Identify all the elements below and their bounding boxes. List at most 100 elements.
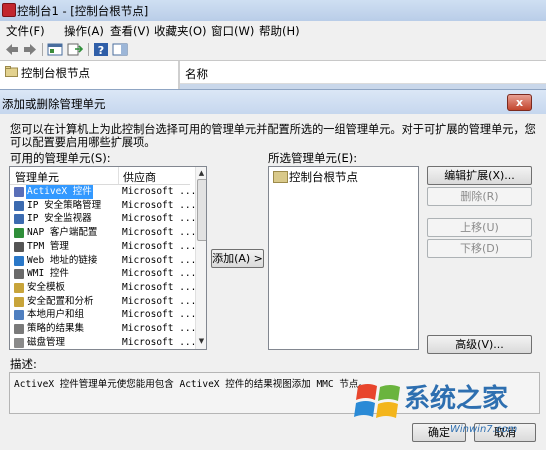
snapin-row[interactable]: 安全模板 Microsoft ... (10, 281, 196, 295)
toolbar: ? (0, 40, 546, 61)
snapin-name: Web 地址的链接 (27, 254, 98, 266)
description-label: 描述: (10, 357, 37, 371)
help-icon[interactable]: ? (93, 42, 109, 57)
snapin-row[interactable]: NAP 客户端配置 Microsoft ... (10, 226, 196, 240)
selected-snapins-list[interactable]: 控制台根节点 (268, 166, 419, 350)
available-snapins-label: 可用的管理单元(S): (10, 151, 111, 165)
scroll-up-arrow-icon[interactable]: ▲ (196, 167, 206, 179)
snapin-row[interactable]: IP 安全监视器 Microsoft ... (10, 212, 196, 226)
list-header: 管理单元 供应商 (10, 167, 190, 185)
available-snapins-list[interactable]: 管理单元 供应商 ActiveX 控件 Microsoft ... IP 安全策略管… (9, 166, 207, 350)
folder-icon (5, 66, 18, 77)
menu-file[interactable]: 文件(F) (6, 23, 45, 39)
menu-view[interactable]: 查看(V) (110, 23, 150, 39)
selected-snapin-item[interactable]: 控制台根节点 (289, 169, 358, 185)
snapin-name: TPM 管理 (27, 240, 69, 252)
snapin-name: 磁盘管理 (27, 336, 66, 348)
snapin-vendor: Microsoft ... (122, 323, 197, 334)
snapin-vendor: Microsoft ... (122, 268, 197, 280)
menu-help[interactable]: 帮助(H) (259, 23, 300, 39)
forward-arrow-icon[interactable] (22, 42, 38, 57)
snapin-icon (14, 228, 24, 239)
snapin-icon (14, 310, 24, 321)
snapin-name: IP 安全监视器 (27, 213, 92, 225)
snapin-row[interactable]: IP 安全策略管理 Microsoft ... (10, 199, 196, 213)
snapin-vendor: Microsoft ... (122, 336, 197, 348)
snapin-name: 安全配置和分析 (27, 295, 94, 307)
console-tree-pane: 控制台根节点 (0, 61, 180, 91)
snapin-name: ActiveX 控件 (26, 185, 93, 199)
menu-window[interactable]: 窗口(W) (211, 23, 254, 39)
snapin-vendor: Microsoft ... (122, 254, 197, 266)
watermark-brand: 系统之家 (404, 384, 509, 414)
snapin-icon (14, 282, 24, 293)
snapin-name: 安全模板 (27, 281, 66, 293)
snapin-vendor: Microsoft ... (122, 227, 197, 239)
export-list-icon[interactable] (67, 42, 83, 57)
move-down-button[interactable]: 下移(D) (427, 239, 532, 258)
scroll-down-arrow-icon[interactable]: ▼ (196, 335, 206, 347)
back-arrow-icon[interactable] (4, 42, 20, 57)
close-button[interactable]: x (507, 94, 532, 111)
snapin-icon (14, 324, 24, 334)
snapin-name: 电源管理 (26, 349, 66, 350)
snapin-row[interactable]: 策略的结果集 Microsoft ... (10, 322, 196, 336)
menu-action[interactable]: 操作(A) (64, 23, 104, 39)
advanced-button[interactable]: 高级(V)... (427, 335, 532, 354)
snapin-icon (14, 296, 24, 307)
menu-favorites[interactable]: 收藏夹(O) (154, 23, 207, 39)
toolbar-separator (88, 43, 89, 56)
toolbar-separator (42, 43, 43, 56)
watermark-url: Winwin7.com (450, 424, 518, 435)
snapin-vendor: Microsoft ... (122, 309, 197, 321)
snapin-vendor: Microsoft ... (122, 199, 197, 211)
snapin-vendor: Microsoft ... (122, 281, 197, 293)
snapin-icon (14, 187, 24, 197)
tree-root-node[interactable]: 控制台根节点 (21, 65, 90, 81)
column-header-snapin[interactable]: 管理单元 (15, 169, 59, 185)
snapin-row[interactable]: 电源管理Microsoft ... (10, 349, 190, 350)
snapin-name: WMI 控件 (27, 268, 69, 280)
snapin-vendor: Microsoft ... (122, 349, 196, 350)
column-divider[interactable] (118, 167, 119, 184)
description-text: ActiveX 控件管理单元使您能用包含 ActiveX 控件的结果视图添加 M… (14, 379, 368, 390)
snapin-icon (14, 214, 24, 225)
properties-pane-icon[interactable] (112, 42, 128, 57)
windows-logo-icon (354, 384, 400, 418)
remove-button[interactable]: 删除(R) (427, 187, 532, 206)
selected-snapins-label: 所选管理单元(E): (268, 151, 358, 165)
mmc-app-icon (2, 3, 16, 17)
snapin-vendor: Microsoft ... (122, 240, 197, 252)
scrollbar-thumb[interactable] (197, 179, 206, 241)
dialog-titlebar: 添加或删除管理单元 x (0, 90, 546, 114)
snapin-vendor: Microsoft ... (122, 295, 197, 307)
snapin-row[interactable]: Web 地址的链接 Microsoft ... (10, 254, 196, 268)
snapin-icon (14, 241, 24, 252)
folder-icon (273, 171, 288, 183)
console-titlebar: 控制台1 - [控制台根节点] (0, 0, 546, 22)
snapin-icon (14, 337, 24, 348)
window-title: 控制台1 - [控制台根节点] (17, 4, 149, 18)
edit-extensions-button[interactable]: 编辑扩展(X)... (427, 166, 532, 185)
intro-text: 您可以在计算机上为此控制台选择可用的管理单元并配置所选的一组管理单元。对于可扩展… (10, 123, 536, 149)
snapin-name: IP 安全策略管理 (27, 199, 102, 211)
snapin-icon (14, 269, 24, 280)
snapin-row[interactable]: 本地用户和组 Microsoft ... (10, 308, 196, 322)
snapin-name: 本地用户和组 (27, 309, 85, 321)
snapin-row[interactable]: 安全配置和分析 Microsoft ... (10, 295, 196, 309)
column-header-name[interactable]: 名称 (185, 66, 208, 82)
snapin-vendor: Microsoft ... (122, 213, 197, 225)
move-up-button[interactable]: 上移(U) (427, 218, 532, 237)
vertical-scrollbar[interactable]: ▲ ▼ (195, 167, 206, 349)
column-header-vendor[interactable]: 供应商 (123, 169, 156, 185)
snapin-icon (14, 255, 24, 266)
snapin-row[interactable]: WMI 控件 Microsoft ... (10, 267, 196, 281)
snapin-row[interactable]: ActiveX 控件 Microsoft ... (10, 185, 196, 199)
snapin-row[interactable]: 磁盘管理 Microsoft ... (10, 336, 196, 349)
dialog-title: 添加或删除管理单元 (2, 97, 106, 111)
add-button[interactable]: 添加(A) > (211, 249, 264, 268)
snapin-vendor: Microsoft ... (122, 186, 197, 197)
show-hide-tree-icon[interactable] (47, 42, 63, 57)
snapin-name: 策略的结果集 (27, 323, 85, 334)
snapin-row[interactable]: TPM 管理 Microsoft ... (10, 240, 196, 254)
